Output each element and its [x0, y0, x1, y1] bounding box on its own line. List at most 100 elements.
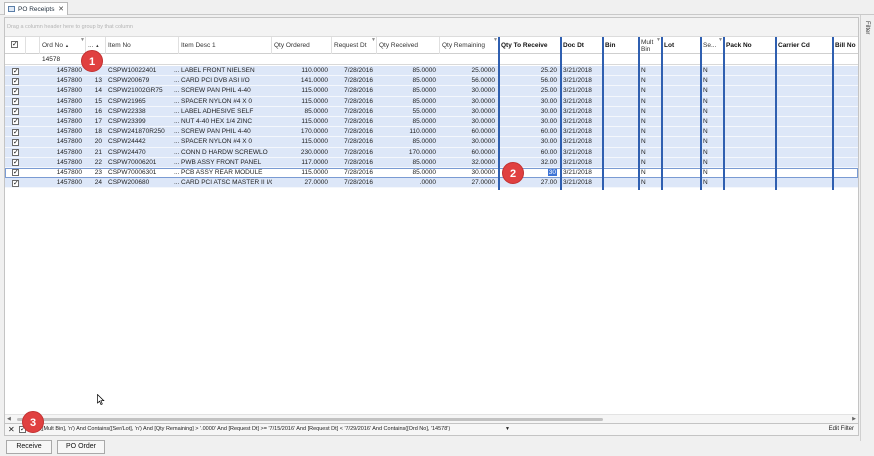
item-lookup-ellipsis[interactable]: ...: [172, 158, 180, 168]
filter-ord-no-input[interactable]: 14578: [40, 54, 86, 65]
cell-qty-to-receive[interactable]: 30.00: [499, 117, 561, 127]
row-select-checkbox[interactable]: ✓: [12, 87, 19, 95]
cell-qty-to-receive[interactable]: 25.00: [499, 86, 561, 96]
table-row[interactable]: ✓ 1457800 17 CSPW23399 NUT 4-40 HEX 1/4 ZINC…: [5, 116, 858, 128]
document-tab-bar: PO Receipts ✕: [0, 0, 874, 15]
item-lookup-ellipsis[interactable]: ...: [172, 66, 180, 76]
table-row[interactable]: ✓ 1457800 CSPW10022401 LABEL FRONT NIELSEN 1…: [5, 66, 858, 77]
column-header-pack-no[interactable]: Pack No: [724, 37, 776, 54]
cell-doc-dt: 3/21/2018: [563, 148, 592, 156]
cell-qty-to-receive[interactable]: 56.00: [499, 76, 561, 86]
item-lookup-ellipsis[interactable]: ...: [172, 97, 180, 107]
column-header-item-no[interactable]: Item No: [106, 37, 179, 54]
filter-history-dropdown-icon[interactable]: ▼: [505, 424, 510, 435]
column-header-bin[interactable]: Bin: [603, 37, 639, 54]
column-filter-icon[interactable]: ▼: [80, 38, 85, 43]
table-row[interactable]: ✓ 1457800 14 CSPW21002GR75 SCREW PAN PHIL 4-…: [5, 86, 858, 97]
scrollbar-thumb[interactable]: [17, 418, 603, 421]
cell-request-dt: 7/28/2016: [344, 158, 373, 166]
cell-qty-to-receive[interactable]: 30.00: [499, 97, 561, 107]
row-select-checkbox[interactable]: ✓: [12, 128, 19, 136]
cell-ord-no: 1457800: [56, 128, 82, 136]
cell-item-no: CSPW24470: [108, 148, 146, 156]
select-all-checkbox[interactable]: ✓: [11, 41, 18, 48]
item-lookup-ellipsis[interactable]: ...: [172, 76, 180, 86]
qty-to-receive-editor[interactable]: 30: [547, 168, 557, 176]
cell-ord-no: 1457800: [56, 107, 82, 115]
group-panel[interactable]: Drag a column header here to group by th…: [5, 18, 858, 37]
item-lookup-ellipsis[interactable]: ...: [172, 148, 180, 158]
cell-qty-to-receive[interactable]: 25.20: [499, 66, 561, 76]
table-row[interactable]: ✓ 1457800 16 CSPW22338 LABEL ADHESIVE SELF 85…: [5, 106, 858, 117]
cell-qty-to-receive[interactable]: 60.00: [499, 127, 561, 137]
scroll-left-icon[interactable]: ◀: [7, 416, 11, 422]
column-header-qty-received[interactable]: Qty Received: [377, 37, 440, 54]
cell-qty-to-receive[interactable]: 60.00: [499, 148, 561, 158]
side-filter-panel[interactable]: Filter: [860, 15, 874, 441]
table-row[interactable]: ✓ 1457800 23 CSPW70006301 PCB ASSY REAR MODU…: [5, 167, 858, 179]
cell-line: 22: [94, 158, 102, 166]
row-select-checkbox[interactable]: ✓: [12, 77, 19, 85]
item-lookup-ellipsis[interactable]: ...: [172, 127, 180, 137]
cell-item-no: CSPW200679: [108, 77, 150, 85]
column-header-item-desc[interactable]: Item Desc 1: [179, 37, 272, 54]
clear-filter-icon[interactable]: ✕: [8, 424, 15, 435]
row-select-checkbox[interactable]: ✓: [12, 67, 19, 75]
tab-po-receipts[interactable]: PO Receipts ✕: [4, 2, 68, 15]
column-header-carrier-cd[interactable]: Carrier Cd: [776, 37, 833, 54]
filter-expression[interactable]: ains([Mult Bin], 'n') And Contains([Ser/…: [30, 424, 450, 435]
item-lookup-ellipsis[interactable]: ...: [172, 137, 180, 147]
cell-item-desc: CARD PCI DVB ASI I/O: [181, 77, 250, 85]
cell-item-no: CSPW200680: [108, 179, 150, 187]
row-select-checkbox[interactable]: ✓: [12, 118, 19, 126]
cell-qty-ordered: 141.0000: [300, 77, 328, 85]
column-header-doc-dt[interactable]: Doc Dt: [561, 37, 603, 54]
cell-ord-no: 1457800: [56, 77, 82, 85]
table-row[interactable]: ✓ 1457800 24 CSPW200680 CARD PCI ATSC MASTER…: [5, 178, 858, 189]
table-row[interactable]: ✓ 1457800 18 CSPW241870R250 SCREW PAN PHIL 4…: [5, 127, 858, 138]
column-filter-icon[interactable]: ▼: [371, 38, 376, 43]
row-select-checkbox[interactable]: ✓: [12, 159, 19, 167]
cell-ser: N: [703, 138, 708, 146]
row-select-checkbox[interactable]: ✓: [12, 138, 19, 146]
column-header-bill-no[interactable]: Bill No: [833, 37, 858, 54]
item-lookup-ellipsis[interactable]: ...: [172, 86, 180, 96]
cell-ser: N: [703, 158, 708, 166]
editable-column-border: [723, 37, 725, 190]
close-icon[interactable]: ✕: [58, 5, 64, 13]
po-order-button[interactable]: PO Order: [57, 440, 105, 454]
scroll-right-icon[interactable]: ▶: [852, 416, 856, 422]
row-select-checkbox[interactable]: ✓: [12, 149, 19, 156]
cell-qty-to-receive[interactable]: 30.00: [499, 107, 561, 117]
cell-qty-ordered: 230.0000: [300, 148, 328, 156]
select-all-header[interactable]: ✓: [5, 37, 26, 54]
table-row[interactable]: ✓ 1457800 20 CSPW24442 SPACER NYLON #4 X 0 11…: [5, 137, 858, 148]
column-header-qty-remaining[interactable]: Qty Remaining: [440, 37, 499, 54]
cell-ord-no: 1457800: [56, 87, 82, 95]
item-lookup-ellipsis[interactable]: ...: [172, 107, 180, 117]
row-select-checkbox[interactable]: ✓: [12, 108, 19, 116]
cell-mult-bin: N: [641, 117, 646, 125]
table-row[interactable]: ✓ 1457800 13 CSPW200679 CARD PCI DVB ASI I/O…: [5, 76, 858, 87]
table-row[interactable]: ✓ 1457800 21 CSPW24470 CONN D HARDW SCREWLO 2…: [5, 147, 858, 158]
column-header-qty-ordered[interactable]: Qty Ordered: [272, 37, 332, 54]
table-row[interactable]: ✓ 1457800 22 CSPW70006201 PWB ASSY FRONT PAN…: [5, 157, 858, 168]
receive-button[interactable]: Receive: [6, 440, 52, 454]
cell-ord-no: 1457800: [56, 67, 82, 74]
cell-qty-to-receive[interactable]: 30.00: [499, 137, 561, 147]
item-lookup-ellipsis[interactable]: ...: [172, 178, 180, 188]
edit-filter-link[interactable]: Edit Filter: [829, 424, 854, 435]
horizontal-scrollbar[interactable]: ◀ ▶: [5, 414, 858, 423]
item-lookup-ellipsis[interactable]: ...: [172, 117, 180, 127]
column-header-lot[interactable]: Lot: [662, 37, 701, 54]
cell-qty-ordered: 115.0000: [301, 138, 328, 146]
item-lookup-ellipsis[interactable]: ...: [172, 168, 180, 178]
cell-line: 14: [94, 87, 102, 95]
row-select-checkbox[interactable]: ✓: [12, 98, 19, 106]
table-row[interactable]: ✓ 1457800 15 CSPW21965 SPACER NYLON #4 X 0 11…: [5, 96, 858, 107]
cell-qty-received: 85.0000: [412, 168, 437, 176]
row-select-checkbox[interactable]: ✓: [12, 169, 19, 177]
row-select-checkbox[interactable]: ✓: [12, 179, 19, 187]
cell-line: 18: [94, 128, 102, 136]
column-header-qty-to-receive[interactable]: Qty To Receive: [499, 37, 561, 54]
